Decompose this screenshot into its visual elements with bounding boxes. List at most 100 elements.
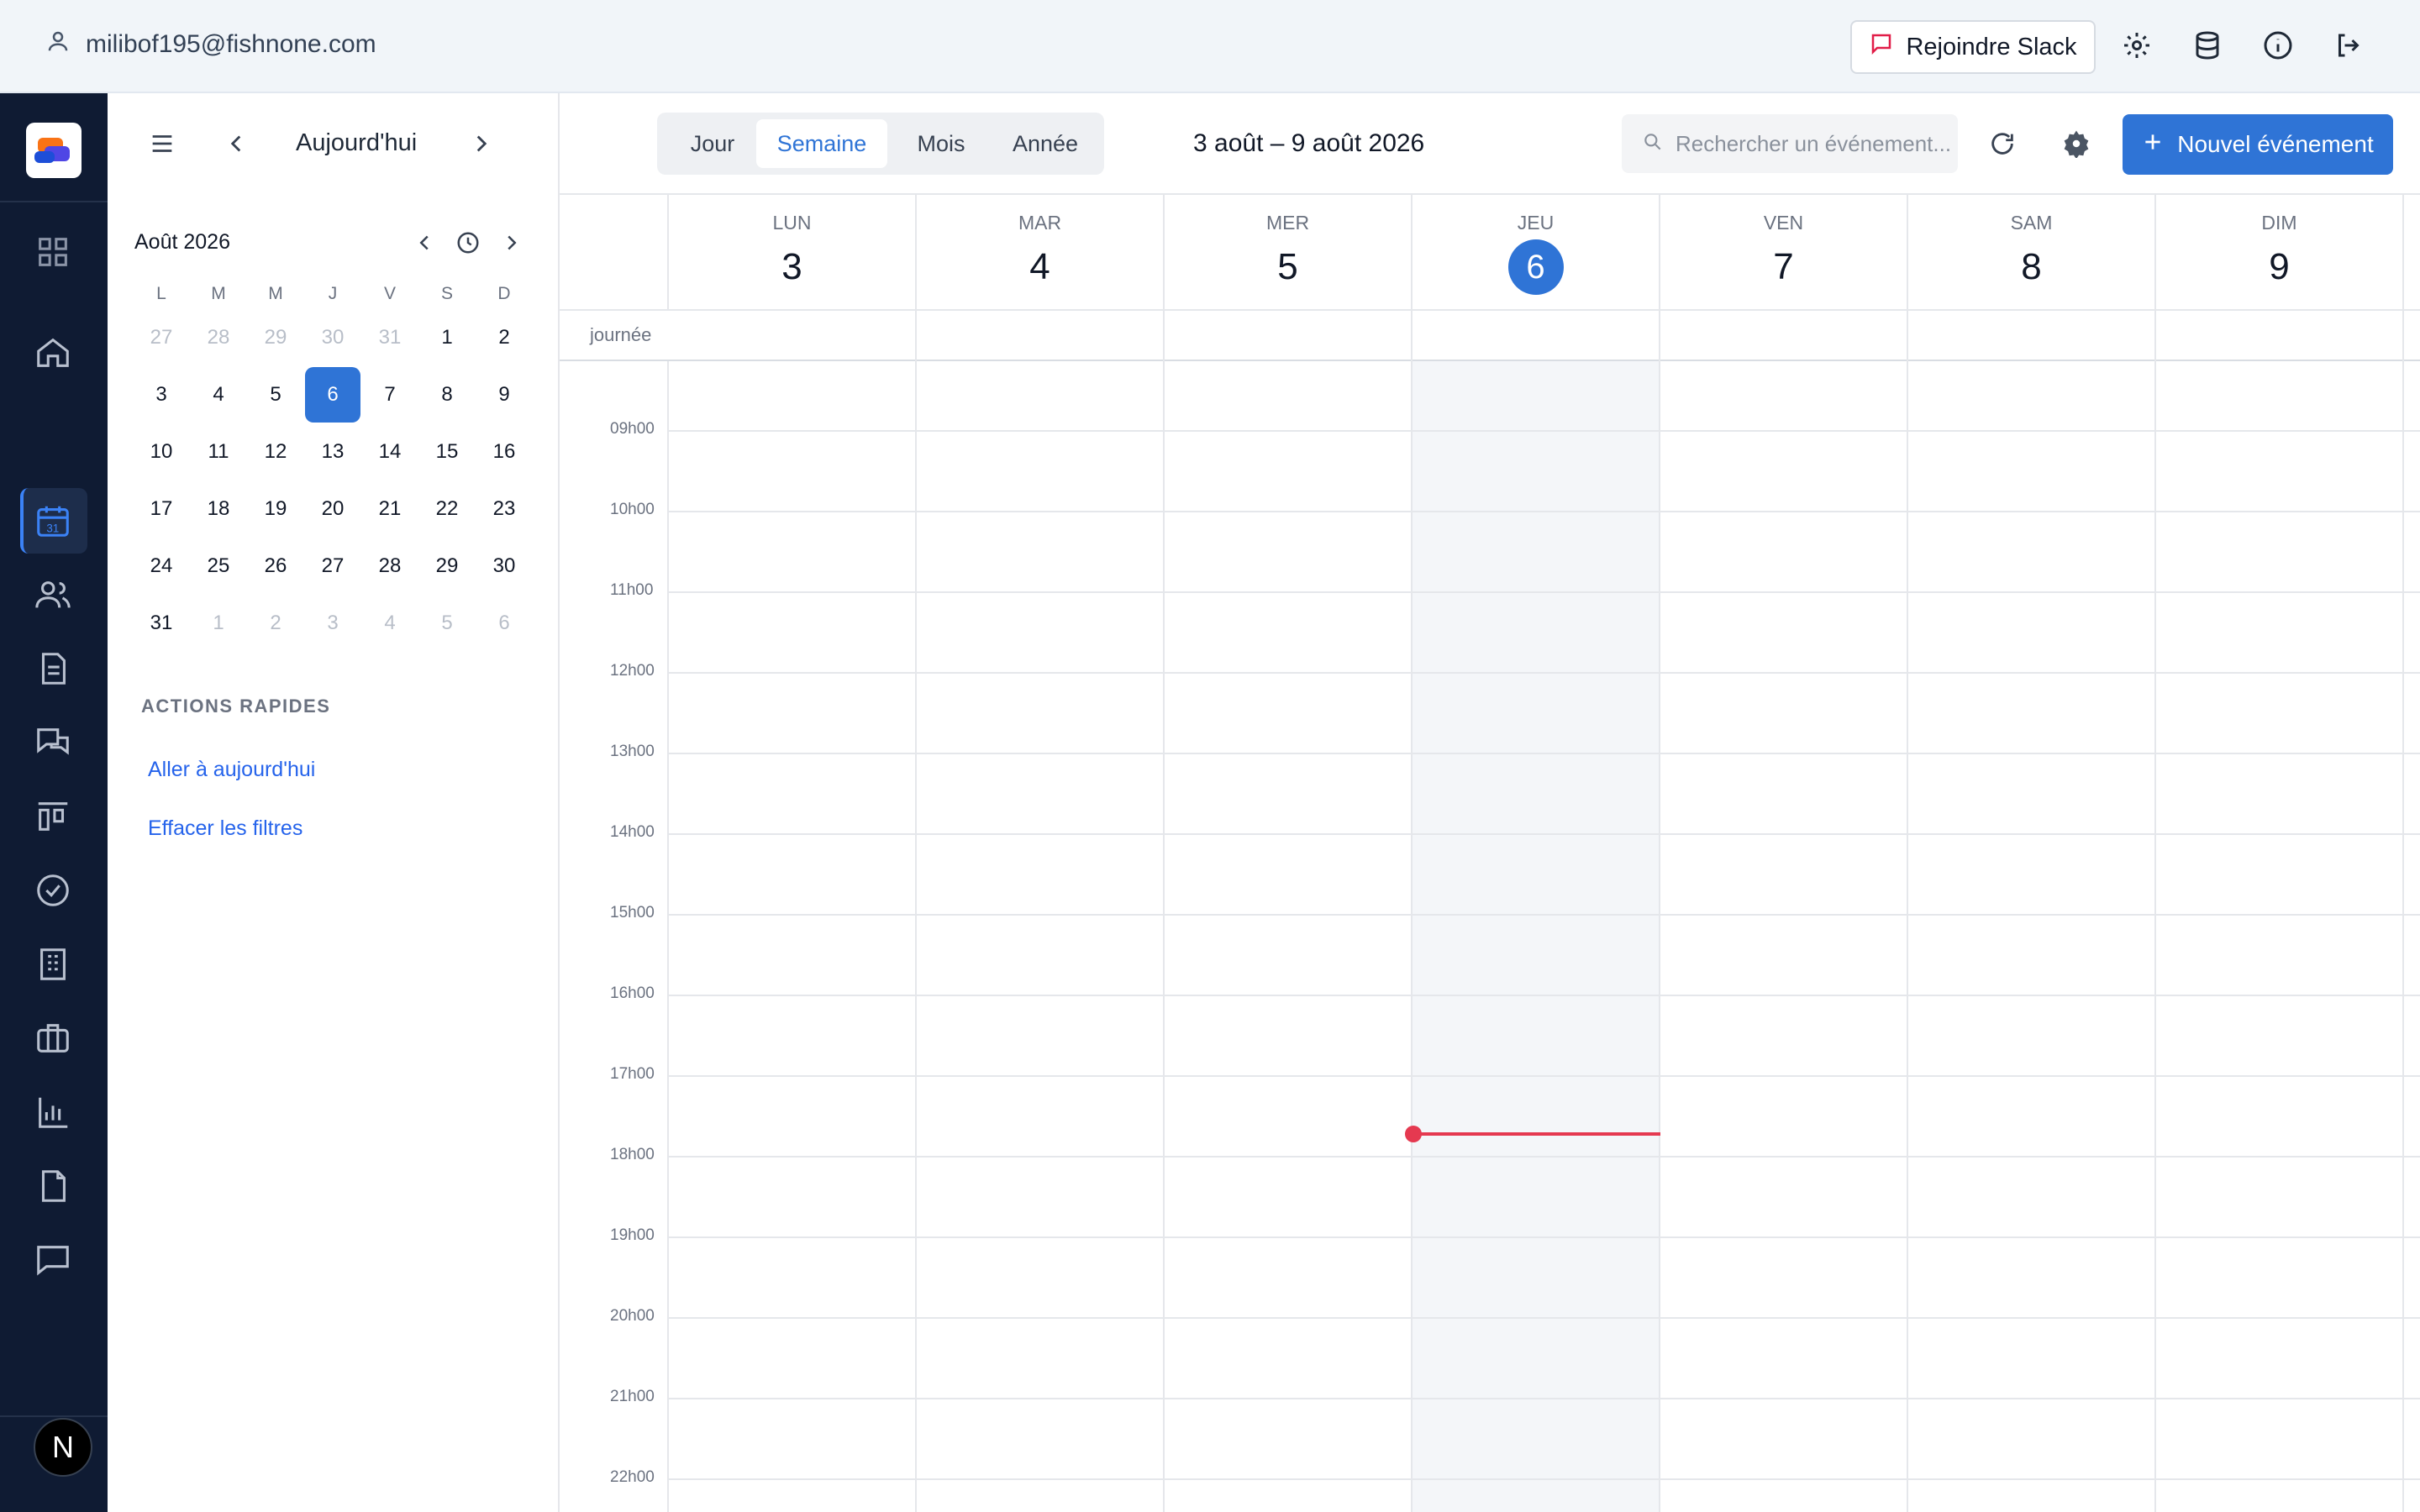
mini-day[interactable]: 7: [361, 383, 418, 407]
kanban-icon[interactable]: [34, 797, 72, 836]
day-column[interactable]: [917, 361, 1165, 1512]
all-day-cell[interactable]: [1413, 311, 1660, 361]
home-icon[interactable]: [34, 333, 72, 372]
view-year-tab[interactable]: Année: [993, 119, 1097, 168]
check-circle-icon[interactable]: [34, 871, 72, 910]
mini-day[interactable]: 5: [247, 383, 304, 407]
clock-icon[interactable]: [455, 230, 481, 255]
database-icon[interactable]: [2192, 30, 2223, 60]
day-header[interactable]: VEN 7: [1660, 195, 1908, 311]
new-event-button[interactable]: Nouvel événement: [2123, 114, 2393, 175]
day-column[interactable]: [1908, 361, 2156, 1512]
mini-day[interactable]: 1: [190, 612, 247, 635]
day-header[interactable]: MER 5: [1165, 195, 1413, 311]
mini-day[interactable]: 29: [418, 554, 476, 578]
prev-week-chevron-icon[interactable]: [222, 129, 250, 158]
chat-icon[interactable]: [34, 723, 72, 762]
menu-icon[interactable]: [148, 129, 176, 158]
mini-day-selected[interactable]: 6: [304, 367, 361, 423]
day-header[interactable]: MAR 4: [917, 195, 1165, 311]
file-icon[interactable]: [34, 1167, 72, 1205]
time-grid[interactable]: 08h0009h0010h0011h0012h0013h0014h0015h00…: [560, 361, 2420, 1512]
day-header[interactable]: DIM 9: [2156, 195, 2404, 311]
mini-day[interactable]: 23: [476, 497, 533, 521]
logout-icon[interactable]: [2333, 30, 2364, 60]
mini-day[interactable]: 3: [133, 383, 190, 407]
mini-day[interactable]: 3: [304, 612, 361, 635]
mini-day[interactable]: 25: [190, 554, 247, 578]
document-icon[interactable]: [34, 649, 72, 688]
today-column[interactable]: [1413, 361, 1660, 1512]
join-slack-button[interactable]: Rejoindre Slack: [1850, 20, 2096, 74]
mini-day[interactable]: 4: [190, 383, 247, 407]
app-logo[interactable]: [26, 123, 82, 178]
day-column[interactable]: [2156, 361, 2404, 1512]
mini-day[interactable]: 20: [304, 497, 361, 521]
mini-day[interactable]: 16: [476, 440, 533, 464]
mini-day[interactable]: 15: [418, 440, 476, 464]
go-today-link[interactable]: Aller à aujourd'hui: [148, 758, 315, 782]
mini-day[interactable]: 19: [247, 497, 304, 521]
day-header[interactable]: LUN 3: [669, 195, 917, 311]
all-day-cell[interactable]: [917, 311, 1165, 361]
search-input[interactable]: [1676, 130, 1953, 157]
mini-day[interactable]: 5: [418, 612, 476, 635]
mini-day[interactable]: 14: [361, 440, 418, 464]
mini-day[interactable]: 2: [476, 326, 533, 349]
view-day-tab[interactable]: Jour: [666, 119, 760, 168]
info-icon[interactable]: [2263, 30, 2293, 60]
mini-day[interactable]: 27: [304, 554, 361, 578]
day-column[interactable]: [669, 361, 917, 1512]
refresh-icon[interactable]: [1988, 129, 2017, 158]
mini-day[interactable]: 30: [304, 326, 361, 349]
day-header[interactable]: JEU 6: [1413, 195, 1660, 311]
mini-day[interactable]: 30: [476, 554, 533, 578]
mini-day[interactable]: 9: [476, 383, 533, 407]
mini-day[interactable]: 12: [247, 440, 304, 464]
mini-day[interactable]: 28: [190, 326, 247, 349]
all-day-cell[interactable]: [2156, 311, 2404, 361]
users-icon[interactable]: [34, 575, 72, 614]
all-day-cell[interactable]: [1908, 311, 2156, 361]
mini-day[interactable]: 31: [361, 326, 418, 349]
comment-icon[interactable]: [34, 1241, 72, 1279]
mini-day[interactable]: 31: [133, 612, 190, 635]
calendar-icon[interactable]: 31: [34, 501, 72, 540]
mini-day[interactable]: 4: [361, 612, 418, 635]
clear-filters-link[interactable]: Effacer les filtres: [148, 816, 302, 841]
mini-day[interactable]: 29: [247, 326, 304, 349]
all-day-cell[interactable]: [1660, 311, 1908, 361]
calendar-settings-icon[interactable]: [2062, 129, 2091, 160]
mini-day[interactable]: 10: [133, 440, 190, 464]
mini-day[interactable]: 11: [190, 440, 247, 464]
today-button[interactable]: Aujourd'hui: [296, 129, 417, 157]
event-search[interactable]: [1622, 114, 1958, 173]
grid-icon[interactable]: [34, 233, 72, 271]
day-header[interactable]: SAM 8: [1908, 195, 2156, 311]
all-day-cell[interactable]: [669, 311, 917, 361]
mini-day[interactable]: 6: [476, 612, 533, 635]
day-column[interactable]: [1660, 361, 1908, 1512]
all-day-cell[interactable]: [1165, 311, 1413, 361]
mini-day[interactable]: 21: [361, 497, 418, 521]
mini-day[interactable]: 24: [133, 554, 190, 578]
mini-day[interactable]: 22: [418, 497, 476, 521]
all-day-row[interactable]: journée: [560, 311, 2420, 361]
settings-icon[interactable]: [2122, 30, 2152, 60]
mini-day[interactable]: 28: [361, 554, 418, 578]
mini-day[interactable]: 17: [133, 497, 190, 521]
mini-day[interactable]: 8: [418, 383, 476, 407]
mini-prev-chevron-icon[interactable]: [412, 230, 437, 255]
mini-day[interactable]: 13: [304, 440, 361, 464]
mini-day[interactable]: 27: [133, 326, 190, 349]
mini-day[interactable]: 1: [418, 326, 476, 349]
user-avatar[interactable]: N: [34, 1418, 92, 1477]
view-month-tab[interactable]: Mois: [892, 119, 990, 168]
mini-day[interactable]: 18: [190, 497, 247, 521]
day-column[interactable]: [1165, 361, 1413, 1512]
view-week-tab[interactable]: Semaine: [756, 119, 887, 168]
briefcase-icon[interactable]: [34, 1019, 72, 1058]
mini-day[interactable]: 26: [247, 554, 304, 578]
mini-next-chevron-icon[interactable]: [499, 230, 524, 255]
chart-icon[interactable]: [34, 1093, 72, 1131]
